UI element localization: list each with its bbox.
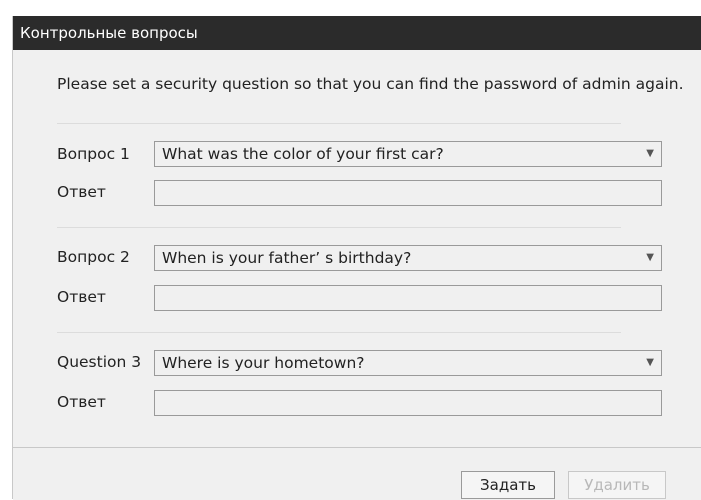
question-1-value: What was the color of your first car? [162, 145, 444, 163]
intro-text: Please set a security question so that y… [57, 75, 684, 93]
question-2-value: When is your father’ s birthday? [162, 249, 412, 267]
answer-1-input[interactable] [154, 180, 662, 206]
chevron-down-icon: ▼ [646, 148, 654, 159]
question-3-label: Question 3 [57, 353, 142, 371]
question-1-select[interactable]: What was the color of your first car? ▼ [154, 141, 662, 167]
answer-3-input[interactable] [154, 390, 662, 416]
separator [57, 123, 621, 124]
question-2-label: Вопрос 2 [57, 248, 130, 266]
question-3-select[interactable]: Where is your hometown? ▼ [154, 350, 662, 376]
separator [57, 227, 621, 228]
chevron-down-icon: ▼ [646, 357, 654, 368]
chevron-down-icon: ▼ [646, 252, 654, 263]
question-2-select[interactable]: When is your father’ s birthday? ▼ [154, 245, 662, 271]
question-3-value: Where is your hometown? [162, 354, 365, 372]
security-questions-dialog: Контрольные вопросы Please set a securit… [12, 16, 701, 500]
answer-2-label: Ответ [57, 288, 106, 306]
answer-2-input[interactable] [154, 285, 662, 311]
answer-1-label: Ответ [57, 183, 106, 201]
dialog-title: Контрольные вопросы [13, 16, 701, 50]
question-1-label: Вопрос 1 [57, 145, 130, 163]
separator [57, 332, 621, 333]
answer-3-label: Ответ [57, 393, 106, 411]
delete-button[interactable]: Удалить [568, 471, 666, 499]
set-button[interactable]: Задать [461, 471, 555, 499]
